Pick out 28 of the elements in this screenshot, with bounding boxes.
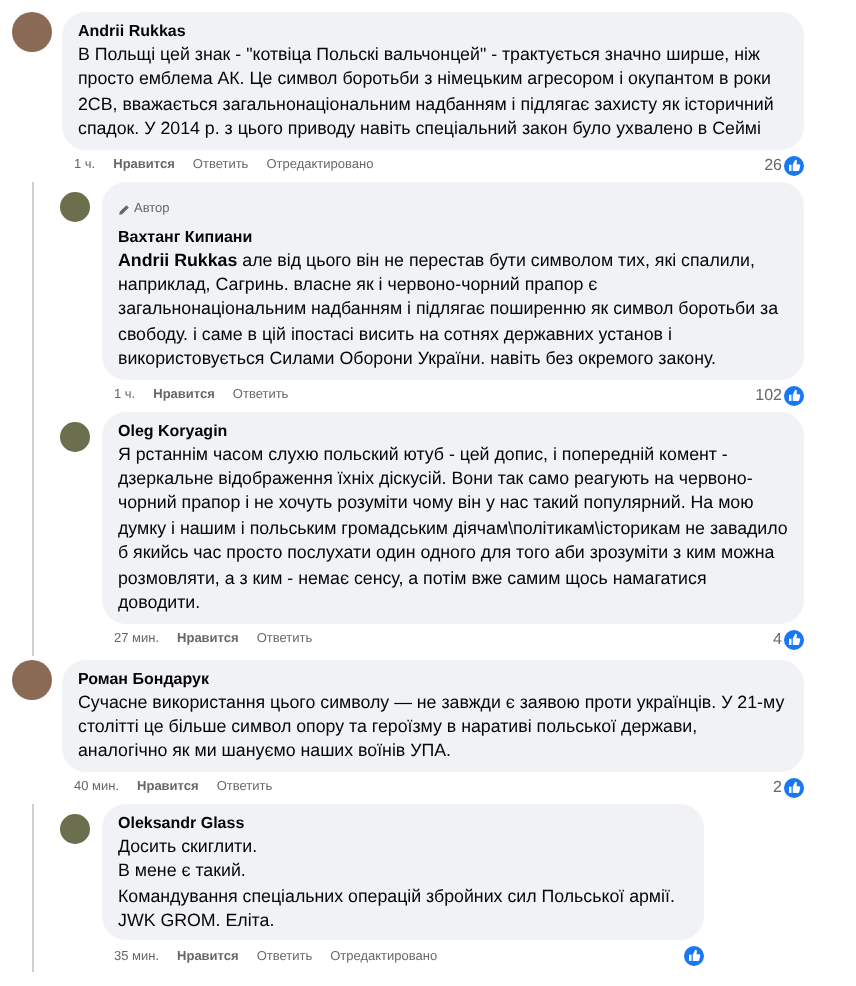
like-icon[interactable] bbox=[784, 777, 804, 798]
comment-text: Досить скиглити. bbox=[118, 833, 260, 859]
pencil-icon bbox=[118, 203, 130, 216]
reaction-count[interactable]: 26 bbox=[764, 156, 782, 175]
comment-text: Andrii Rukkas але від цього він не перестав бути символом тих, які спалили, наприклад, Сагринь. власне як і червоно-чорний прапор є загальнонаціональним надбанням і підлягає поширенню як символ боротьби за свободу. і саме в цій іпостасі висить на сотнях державних установ і використовується Силами Оборони України. навіть без окремого закону. bbox=[118, 247, 781, 372]
reaction-count[interactable]: 4 bbox=[773, 630, 782, 648]
avatar[interactable] bbox=[60, 421, 90, 452]
comment-text: Командування спеціальних операцій збройних сил Польської армії. bbox=[118, 883, 677, 908]
like-icon[interactable] bbox=[784, 385, 804, 406]
reaction-count[interactable]: 2 bbox=[773, 778, 782, 797]
author-name[interactable]: Andrii Rukkas bbox=[78, 20, 788, 42]
author-name[interactable]: Oleg Koryagin bbox=[118, 419, 788, 442]
comment-text: В мене є такий. bbox=[118, 858, 248, 884]
comment-text: Сучасне використання цього символу — не завжди є заявою проти українців. У 21-му столітті це більше символ опору та героїзму в наративі польської держави, аналогічно як ми шануємо наших воїнів УПА. bbox=[78, 689, 787, 764]
avatar[interactable] bbox=[60, 191, 90, 222]
like-icon[interactable] bbox=[784, 155, 804, 176]
author-name[interactable]: Роман Бондарук bbox=[78, 667, 788, 689]
author-name[interactable]: Oleksandr Glass bbox=[118, 811, 688, 834]
avatar[interactable] bbox=[12, 12, 52, 52]
comment-text: JWK GROM. Еліта. bbox=[118, 907, 277, 933]
avatar[interactable] bbox=[60, 813, 90, 844]
comment-text: Я рстаннім часом слухю польский ютуб - цей допис, і попередній комент - дзеркальне відображення їхніх діскусій. Вони так само реагують на червоно-чорний прапор і не хочуть розуміти чому він у нас такий популярний. На мою думку і нашим і польським громадським діячам\політикам\історикам не завадило б якийсь час просто послухати один одного для того аби зрозуміти з ким можна розмовляти, а з ким - немає сенсу, а потім вже самим щось намагатися доводити. bbox=[118, 441, 788, 615]
avatar[interactable] bbox=[12, 659, 52, 699]
author-name[interactable]: Вахтанг Кипиани bbox=[118, 225, 788, 248]
comment-text: В Польщі цей знак - "котвіца Польскі вальчонцей" - трактується значно ширше, ніж просто емблема АК. Це символ боротьби з німецьким агресором і окупантом в роки 2СВ, вважається загальнонаціональним надбанням і підлягає захисту як історичний спадок. У 2014 р. з цього приводу навіть спеціальний закон було ухвалено в Сеймі bbox=[78, 42, 776, 142]
like-icon[interactable] bbox=[684, 946, 704, 967]
like-icon[interactable] bbox=[784, 629, 804, 649]
reaction-count[interactable]: 102 bbox=[755, 386, 782, 405]
